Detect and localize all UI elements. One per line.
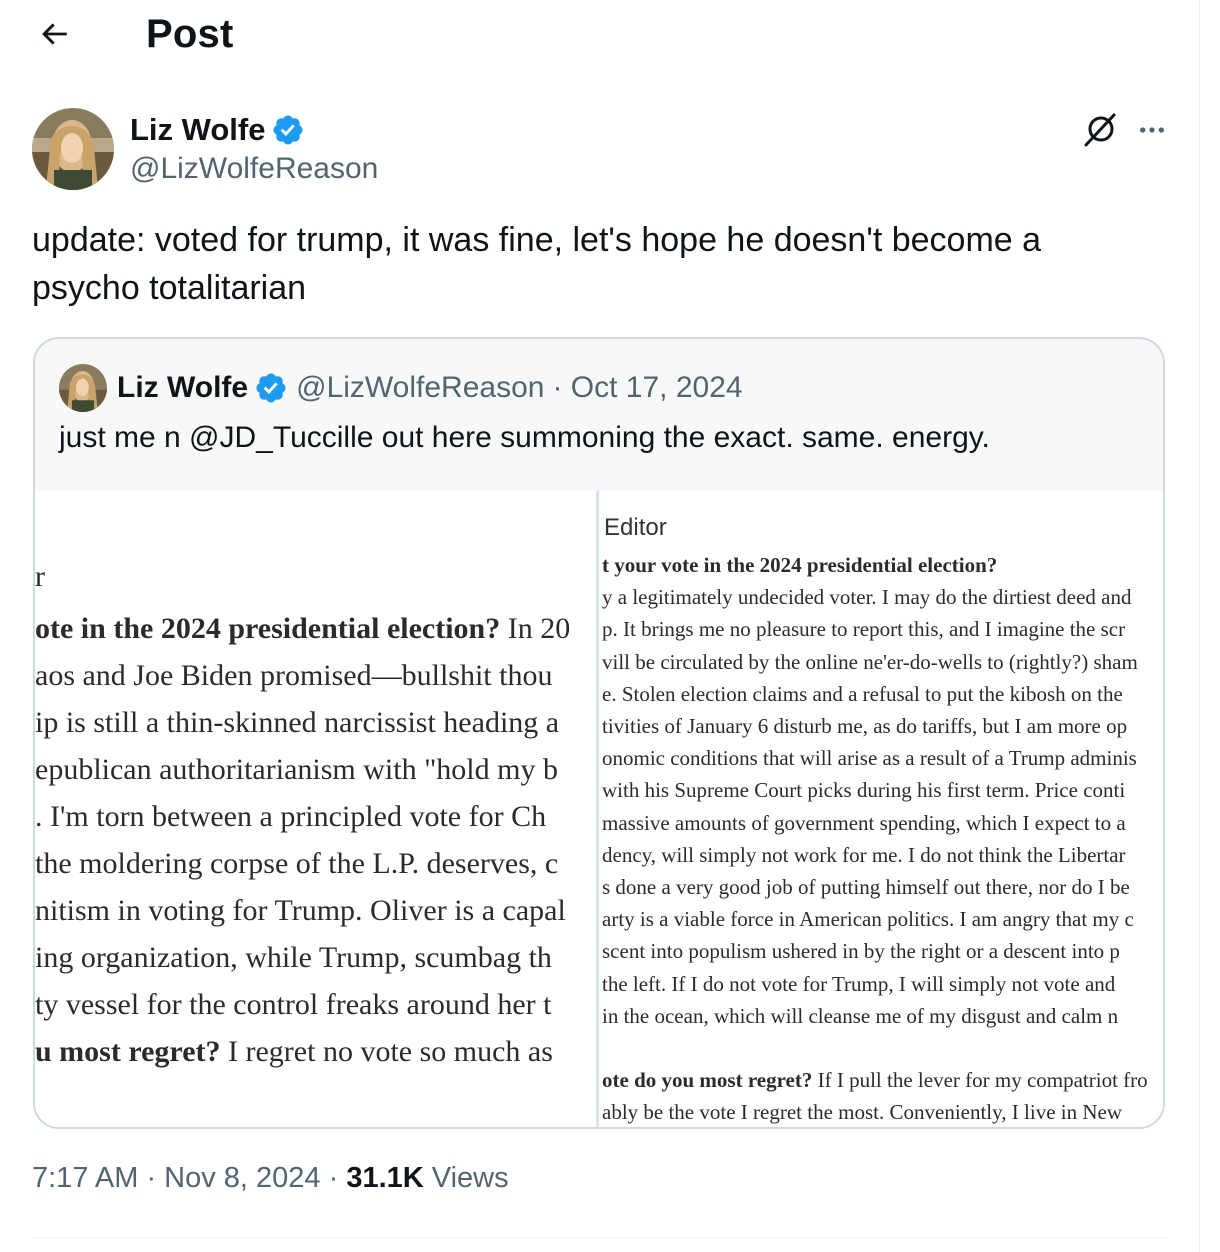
quoted-image-right[interactable]: Editor t your vote in the 2024 president…: [602, 491, 1163, 1127]
scanned-line-text: nitism in voting for Trump. Oliver is a …: [35, 894, 566, 927]
scanned-line-text: In 20: [500, 612, 571, 645]
back-button[interactable]: [34, 14, 74, 54]
scanned-line-text: If I pull the lever for my compatriot fr…: [812, 1068, 1148, 1093]
scanned-line: ing organization, while Trump, scumbag t…: [35, 938, 552, 978]
scanned-line: nitism in voting for Trump. Oliver is a …: [35, 891, 566, 931]
scanned-header: Editor: [604, 514, 667, 541]
scanned-line-text: e. Stolen election claims and a refusal …: [602, 681, 1123, 706]
scanned-line: onomic conditions that will arise as a r…: [602, 743, 1137, 773]
author-name[interactable]: Liz Wolfe: [130, 112, 305, 148]
scanned-line: y a legitimately undecided voter. I may …: [602, 582, 1132, 612]
views-label: Views: [423, 1162, 509, 1194]
scanned-line-text: ably be the vote I regret the most. Conv…: [602, 1100, 1122, 1125]
scanned-line: the left. If I do not vote for Trump, I …: [602, 969, 1115, 999]
quoted-author-name: Liz Wolfe: [117, 371, 249, 404]
arrow-left-icon: [42, 23, 67, 45]
scanned-line-text: tivities of January 6 disturb me, as do …: [602, 714, 1128, 738]
verified-badge-icon: [256, 373, 286, 403]
scanned-line-bold: t your vote in the 2024 presidential ele…: [602, 553, 998, 577]
scanned-line-text: the moldering corpse of the L.P. deserve…: [35, 847, 559, 880]
post-text: update: voted for trump, it was fine, le…: [32, 221, 1042, 307]
scanned-line: s done a very good job of putting himsel…: [602, 872, 1130, 902]
divider: [32, 1237, 1166, 1238]
scanned-line-text: epublican authoritarianism with "hold my…: [35, 753, 558, 786]
quoted-avatar: [59, 364, 107, 412]
verified-badge-icon: [273, 115, 304, 145]
post-author: Liz Wolfe @LizWolfeReason: [32, 108, 1172, 190]
quoted-image-left[interactable]: r ote in the 2024 presidential election? …: [35, 491, 599, 1127]
post-timestamp[interactable]: 7:17 AM · Nov 8, 2024: [32, 1162, 321, 1194]
scanned-line: r: [35, 557, 45, 597]
scanned-line: tivities of January 6 disturb me, as do …: [602, 711, 1127, 741]
scanned-line: t your vote in the 2024 presidential ele…: [602, 550, 997, 580]
scanned-line-bold: ote in the 2024 presidential election?: [35, 612, 501, 645]
scanned-line: u most regret? I regret no vote so much …: [35, 1032, 553, 1072]
scanned-line: ty vessel for the control freaks around …: [35, 985, 552, 1025]
scanned-line-text: arty is a viable force in American polit…: [602, 907, 1134, 932]
scanned-line-text: vill be circulated by the online ne'er-d…: [602, 649, 1138, 674]
author-handle[interactable]: @LizWolfeReason: [130, 152, 378, 186]
scanned-line-text: r: [35, 560, 45, 593]
scanned-line-text: onomic conditions that will arise as a r…: [602, 746, 1137, 771]
scanned-line-bold: u most regret?: [35, 1035, 221, 1068]
scanned-line: . I'm torn between a principled vote for…: [35, 797, 546, 837]
grok-button[interactable]: [1080, 110, 1120, 150]
scanned-line-text: with his Supreme Court picks during his …: [602, 778, 1126, 803]
scanned-line-text: aos and Joe Biden promised—bullshit thou: [35, 659, 553, 692]
scanned-line: aos and Joe Biden promised—bullshit thou: [35, 656, 552, 696]
scanned-line: e. Stolen election claims and a refusal …: [602, 679, 1123, 709]
page-title: Post: [146, 12, 234, 56]
views-count: 31.1K: [346, 1162, 424, 1194]
avatar[interactable]: [32, 108, 114, 190]
scanned-line-text: ip is still a thin-skinned narcissist he…: [35, 706, 560, 739]
more-horizontal-icon: [1140, 127, 1164, 133]
scanned-line: in the ocean, which will cleanse me of m…: [602, 1001, 1118, 1031]
page-header: Post: [0, 0, 1200, 70]
scanned-line: ip is still a thin-skinned narcissist he…: [35, 703, 559, 743]
column-border: [1199, 0, 1200, 1252]
scanned-line-text: y a legitimately undecided voter. I may …: [602, 585, 1132, 610]
scanned-line-text: scent into populism ushered in by the ri…: [602, 939, 1120, 964]
scanned-line-text: massive amounts of government spending, …: [602, 810, 1126, 835]
quoted-date: · Oct 17, 2024: [552, 371, 743, 404]
scanned-line-text: ty vessel for the control freaks around …: [35, 988, 552, 1021]
quoted-media[interactable]: r ote in the 2024 presidential election? …: [35, 491, 1163, 1127]
scanned-line: scent into populism ushered in by the ri…: [602, 936, 1120, 966]
quoted-post[interactable]: Liz Wolfe @LizWolfeReason · Oct 17, 2024…: [33, 337, 1165, 1129]
scanned-line-text: ing organization, while Trump, scumbag t…: [35, 941, 552, 974]
more-button[interactable]: [1132, 110, 1172, 150]
scanned-line: the moldering corpse of the L.P. deserve…: [35, 844, 558, 884]
quoted-author-handle: @LizWolfeReason: [296, 371, 545, 404]
scanned-line: with his Supreme Court picks during his …: [602, 775, 1125, 805]
scanned-line: arty is a viable force in American polit…: [602, 904, 1134, 934]
scanned-line-bold: ote do you most regret?: [602, 1068, 813, 1093]
scanned-line-text: I regret no vote so much as: [220, 1035, 553, 1068]
quoted-post-header: Liz Wolfe @LizWolfeReason · Oct 17, 2024: [59, 363, 743, 413]
scanned-line-text: . I'm torn between a principled vote for…: [35, 800, 547, 833]
scanned-line: ote do you most regret? If I pull the le…: [602, 1065, 1148, 1095]
scanned-line-text: s done a very good job of putting himsel…: [602, 875, 1130, 899]
grok-icon: [1084, 113, 1116, 147]
views-separator: ·: [320, 1162, 347, 1194]
scanned-line: p. It brings me no pleasure to report th…: [602, 614, 1125, 644]
scanned-line: ably be the vote I regret the most. Conv…: [602, 1097, 1122, 1127]
scanned-line-text: in the ocean, which will cleanse me of m…: [602, 1003, 1119, 1028]
scanned-line: epublican authoritarianism with "hold my…: [35, 750, 558, 790]
scanned-line: massive amounts of government spending, …: [602, 808, 1126, 838]
scanned-line-text: the left. If I do not vote for Trump, I …: [602, 971, 1116, 996]
scanned-line: vill be circulated by the online ne'er-d…: [602, 647, 1138, 677]
quoted-text: just me n @JD_Tuccille out here summonin…: [59, 421, 990, 454]
scanned-line: dency, will simply not work for me. I do…: [602, 840, 1126, 870]
scanned-line-text: dency, will simply not work for me. I do…: [602, 842, 1126, 867]
post-meta: 7:17 AM · Nov 8, 2024 · 31.1K Views: [32, 1162, 509, 1195]
scanned-line-text: p. It brings me no pleasure to report th…: [602, 617, 1126, 642]
scanned-line: ote in the 2024 presidential election? I…: [35, 609, 570, 649]
